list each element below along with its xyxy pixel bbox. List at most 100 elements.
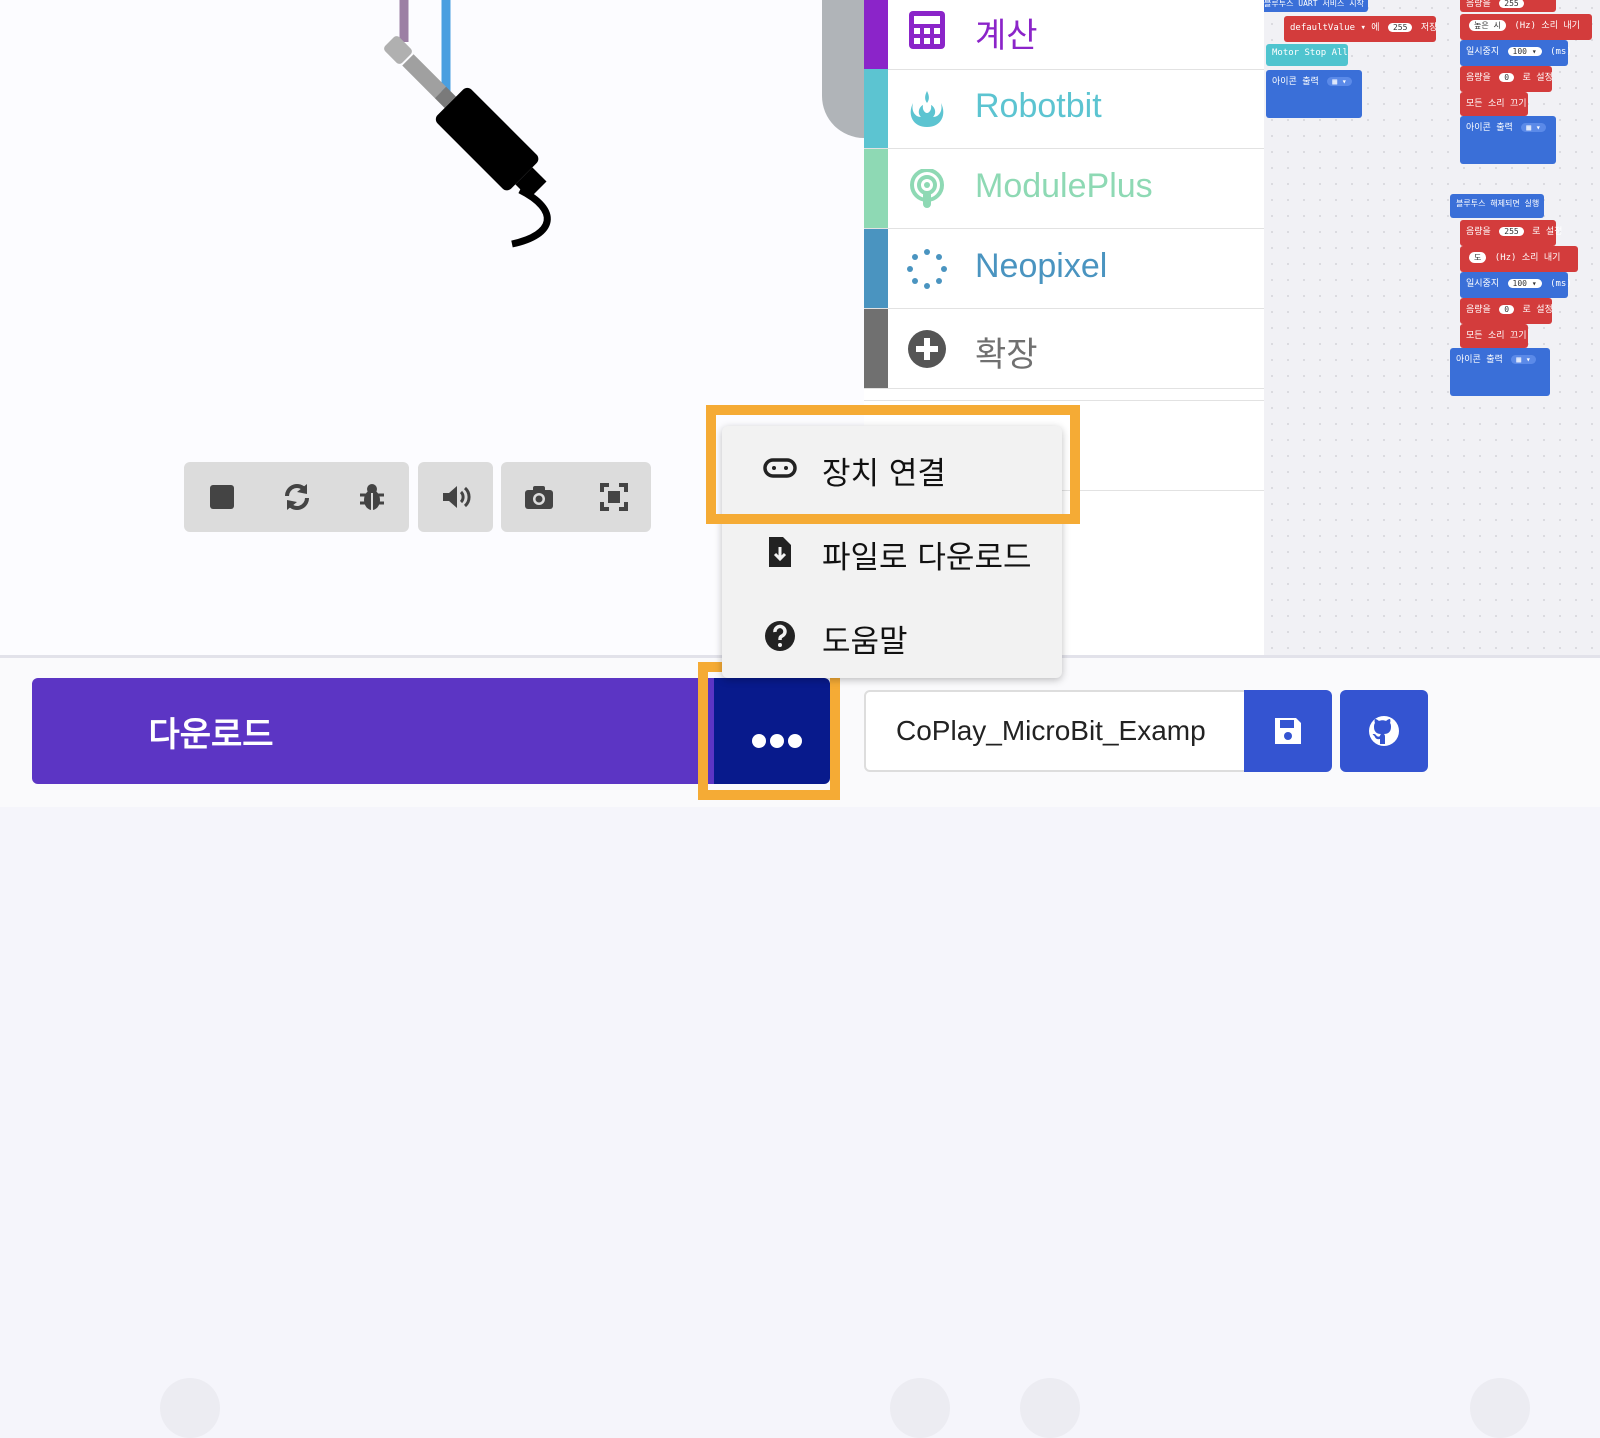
menu-item-download-file[interactable]: 파일로 다운로드: [722, 510, 1062, 594]
more-options-button[interactable]: [714, 678, 830, 784]
more-options-menu: 장치 연결 파일로 다운로드 도움말: [722, 426, 1062, 678]
plus-circle-icon: [906, 328, 948, 370]
pause-number[interactable]: 100 ▾: [1507, 279, 1542, 288]
block-stop-all[interactable]: 모든 소리 끄기: [1460, 92, 1528, 116]
icon-picker[interactable]: ▦ ▾: [1327, 77, 1352, 86]
project-name-text: CoPlay_MicroBit_Examp: [896, 715, 1206, 746]
icon-output-label: 아이콘 출력: [1456, 355, 1503, 365]
question-circle-icon: [762, 618, 798, 654]
category-neopixel[interactable]: Neopixel: [864, 229, 1264, 309]
toolbox-divider: [864, 400, 1264, 401]
volume-label: 음량을: [1466, 227, 1491, 237]
block-do-tone[interactable]: 도 (Hz) 소리 내기: [1460, 246, 1578, 272]
category-label: Robotbit: [975, 87, 1102, 125]
volume-set-label: 로 설정: [1532, 227, 1563, 237]
block-motor-stop[interactable]: Motor Stop All: [1266, 44, 1348, 66]
tone-pill[interactable]: 높은 시: [1469, 20, 1506, 31]
save-icon: [1275, 718, 1301, 744]
menu-item-label: 도움말: [822, 624, 908, 660]
github-button[interactable]: [1340, 690, 1428, 772]
hz-label: (Hz) 소리 내기: [1494, 253, 1561, 263]
pause-label: 일시중지: [1466, 279, 1500, 289]
blocks-workspace[interactable]: 블루투스 UART 서비스 시작 defaultValue ▾ 에 255 저장…: [1264, 0, 1600, 655]
default-value-number[interactable]: 255: [1387, 23, 1413, 32]
menu-item-pair-device[interactable]: 장치 연결: [722, 426, 1062, 510]
volume-number[interactable]: 255: [1499, 0, 1524, 8]
block-default-value[interactable]: defaultValue ▾ 에 255 저장: [1284, 16, 1438, 42]
ghost-decoration: [1020, 1378, 1080, 1438]
block-volume-zero[interactable]: 음량을 0 로 설정: [1460, 66, 1553, 92]
download-label: 다운로드: [148, 714, 274, 755]
ghost-decoration: [890, 1378, 950, 1438]
volume-set-label: 로 설정: [1522, 305, 1553, 315]
category-stripe: [864, 0, 888, 69]
bug-icon: [359, 484, 384, 510]
volume-label: 음량을: [1466, 0, 1491, 9]
debug-button[interactable]: [334, 462, 409, 532]
block-icon-output[interactable]: 아이콘 출력 ▦ ▾: [1450, 348, 1550, 396]
volume-label: 음량을: [1466, 305, 1491, 315]
volume-set-label: 로 설정: [1522, 73, 1553, 83]
ghost-decoration: [1470, 1378, 1530, 1438]
category-stripe: [864, 309, 888, 388]
tone-pill[interactable]: 도: [1469, 252, 1487, 263]
stop-button[interactable]: [184, 462, 259, 532]
block-uart-start[interactable]: 블루투스 UART 서비스 시작: [1264, 0, 1368, 12]
camera-icon: [524, 486, 553, 509]
menu-item-label: 파일로 다운로드: [822, 540, 1032, 576]
block-high-tone[interactable]: 높은 시 (Hz) 소리 내기: [1460, 14, 1592, 40]
block-bt-disconnected[interactable]: 블루투스 해제되면 실행: [1450, 194, 1544, 218]
category-label: Neopixel: [975, 247, 1108, 285]
icon-output-label: 아이콘 출력: [1272, 77, 1319, 87]
block-pause[interactable]: 일시중지 100 ▾ (ms): [1460, 40, 1572, 66]
stop-icon: [209, 485, 234, 509]
file-download-icon: [762, 534, 798, 570]
default-value-suffix: 에: [1371, 23, 1380, 33]
block-icon-output[interactable]: 아이콘 출력 ▦ ▾: [1266, 70, 1362, 118]
default-value-end: 저장: [1420, 23, 1438, 33]
project-name-input[interactable]: CoPlay_MicroBit_Examp: [864, 690, 1246, 772]
icon-picker[interactable]: ▦ ▾: [1521, 123, 1546, 132]
block-volume-zero[interactable]: 음량을 0 로 설정: [1460, 298, 1553, 324]
block-stop-all[interactable]: 모든 소리 끄기: [1460, 324, 1528, 348]
download-button[interactable]: 다운로드: [32, 678, 730, 784]
volume-number[interactable]: 255: [1499, 227, 1524, 236]
menu-item-help[interactable]: 도움말: [722, 594, 1062, 678]
link-icon: [762, 450, 798, 486]
restart-button[interactable]: [259, 462, 334, 532]
block-volume-set[interactable]: 음량을 255 로 설정: [1460, 220, 1562, 246]
sim-toolbar-sound: [418, 462, 493, 532]
category-extensions[interactable]: 확장: [864, 309, 1264, 389]
menu-item-label: 장치 연결: [822, 456, 946, 492]
ms-label: (ms): [1550, 47, 1572, 57]
sound-button[interactable]: [418, 462, 493, 532]
block-icon-output[interactable]: 아이콘 출력 ▦ ▾: [1460, 116, 1556, 164]
volume-label: 음량을: [1466, 73, 1491, 83]
podcast-icon: [906, 168, 948, 210]
block-pause[interactable]: 일시중지 100 ▾ (ms): [1460, 272, 1572, 298]
category-robotbit[interactable]: Robotbit: [864, 69, 1264, 149]
category-label: ModulePlus: [975, 167, 1153, 205]
category-math[interactable]: 계산: [864, 0, 1264, 70]
category-label: 확장: [975, 336, 1038, 374]
ghost-decoration: [160, 1378, 220, 1438]
category-moduleplus[interactable]: ModulePlus: [864, 149, 1264, 229]
volume-icon: [442, 486, 471, 508]
category-stripe: [864, 69, 888, 148]
category-label: 계산: [975, 17, 1038, 55]
volume-number[interactable]: 0: [1499, 305, 1515, 314]
icon-picker[interactable]: ▦ ▾: [1511, 355, 1536, 364]
default-value-dropdown[interactable]: defaultValue ▾: [1290, 23, 1366, 33]
volume-number[interactable]: 0: [1499, 73, 1515, 82]
circle-dots-icon: [906, 248, 948, 290]
restart-icon: [284, 484, 309, 510]
ms-label: (ms): [1550, 279, 1572, 289]
save-button[interactable]: [1244, 690, 1332, 772]
pause-number[interactable]: 100 ▾: [1507, 47, 1542, 56]
block-volume-top[interactable]: 음량을 255: [1460, 0, 1556, 12]
ellipsis-icon: [752, 734, 802, 748]
fullscreen-button[interactable]: [576, 462, 651, 532]
category-stripe: [864, 149, 888, 228]
screenshot-button[interactable]: [501, 462, 576, 532]
sim-toolbar-extra: [501, 462, 651, 532]
